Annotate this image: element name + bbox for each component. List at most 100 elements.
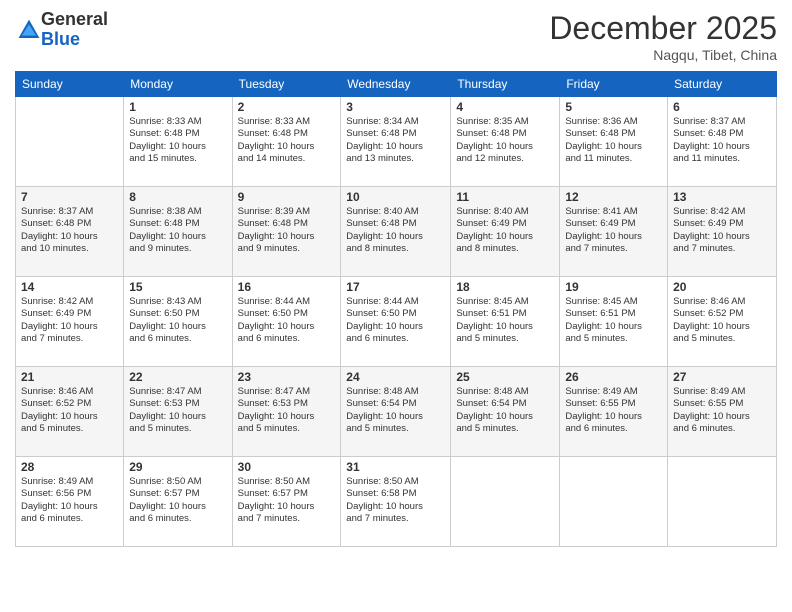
day-number: 3 xyxy=(346,100,445,114)
calendar-table: SundayMondayTuesdayWednesdayThursdayFrid… xyxy=(15,71,777,547)
week-row-3: 14 Sunrise: 8:42 AMSunset: 6:49 PMDayligh… xyxy=(16,277,777,367)
day-info: Sunrise: 8:47 AMSunset: 6:53 PMDaylight:… xyxy=(238,386,336,435)
day-number: 28 xyxy=(21,460,118,474)
calendar-cell: 6 Sunrise: 8:37 AMSunset: 6:48 PMDaylight… xyxy=(668,97,777,187)
calendar-cell: 4Sunrise: 8:35 AMSunset: 6:48 PMDaylight… xyxy=(451,97,560,187)
day-number: 1 xyxy=(129,100,226,114)
day-number: 29 xyxy=(129,460,226,474)
day-info: Sunrise: 8:37 AMSunset: 6:48 PMDaylight:… xyxy=(673,116,771,165)
day-number: 12 xyxy=(565,190,662,204)
week-row-4: 21Sunrise: 8:46 AMSunset: 6:52 PMDayligh… xyxy=(16,367,777,457)
header-wednesday: Wednesday xyxy=(341,72,451,97)
day-number: 31 xyxy=(346,460,445,474)
day-info: Sunrise: 8:33 AMSunset: 6:48 PMDaylight:… xyxy=(129,116,226,165)
day-info: Sunrise: 8:42 AMSunset: 6:49 PMDaylight:… xyxy=(673,206,771,255)
calendar-cell: 5 Sunrise: 8:36 AMSunset: 6:48 PMDaylight… xyxy=(560,97,668,187)
day-number: 11 xyxy=(456,190,554,204)
day-info: Sunrise: 8:49 AMSunset: 6:55 PMDaylight:… xyxy=(565,386,662,435)
day-info: Sunrise: 8:50 AMSunset: 6:57 PMDaylight:… xyxy=(129,476,226,525)
day-number: 9 xyxy=(238,190,336,204)
day-info: Sunrise: 8:40 AMSunset: 6:48 PMDaylight:… xyxy=(346,206,445,255)
day-info: Sunrise: 8:50 AMSunset: 6:58 PMDaylight:… xyxy=(346,476,445,525)
day-number: 19 xyxy=(565,280,662,294)
day-info: Sunrise: 8:41 AMSunset: 6:49 PMDaylight:… xyxy=(565,206,662,255)
day-number: 24 xyxy=(346,370,445,384)
calendar-cell: 15 Sunrise: 8:43 AMSunset: 6:50 PMDayligh… xyxy=(124,277,232,367)
day-number: 26 xyxy=(565,370,662,384)
calendar-cell xyxy=(560,457,668,547)
calendar-cell: 24 Sunrise: 8:48 AMSunset: 6:54 PMDayligh… xyxy=(341,367,451,457)
location: Nagqu, Tibet, China xyxy=(549,47,777,63)
day-info: Sunrise: 8:45 AMSunset: 6:51 PMDaylight:… xyxy=(456,296,554,345)
day-number: 14 xyxy=(21,280,118,294)
calendar-header-row: SundayMondayTuesdayWednesdayThursdayFrid… xyxy=(16,72,777,97)
calendar-cell: 8Sunrise: 8:38 AMSunset: 6:48 PMDaylight… xyxy=(124,187,232,277)
page: General Blue December 2025 Nagqu, Tibet,… xyxy=(0,0,792,612)
day-info: Sunrise: 8:40 AMSunset: 6:49 PMDaylight:… xyxy=(456,206,554,255)
calendar-cell: 26 Sunrise: 8:49 AMSunset: 6:55 PMDayligh… xyxy=(560,367,668,457)
logo-general: General xyxy=(41,10,108,30)
calendar-cell: 17 Sunrise: 8:44 AMSunset: 6:50 PMDayligh… xyxy=(341,277,451,367)
calendar-cell: 7 Sunrise: 8:37 AMSunset: 6:48 PMDaylight… xyxy=(16,187,124,277)
day-info: Sunrise: 8:43 AMSunset: 6:50 PMDaylight:… xyxy=(129,296,226,345)
day-info: Sunrise: 8:44 AMSunset: 6:50 PMDaylight:… xyxy=(346,296,445,345)
calendar-cell: 20Sunrise: 8:46 AMSunset: 6:52 PMDayligh… xyxy=(668,277,777,367)
day-number: 7 xyxy=(21,190,118,204)
day-number: 17 xyxy=(346,280,445,294)
header-saturday: Saturday xyxy=(668,72,777,97)
header-friday: Friday xyxy=(560,72,668,97)
logo-blue: Blue xyxy=(41,30,108,50)
header-tuesday: Tuesday xyxy=(232,72,341,97)
calendar-cell: 3Sunrise: 8:34 AMSunset: 6:48 PMDaylight… xyxy=(341,97,451,187)
logo: General Blue xyxy=(15,10,108,50)
day-info: Sunrise: 8:36 AMSunset: 6:48 PMDaylight:… xyxy=(565,116,662,165)
day-number: 23 xyxy=(238,370,336,384)
header-monday: Monday xyxy=(124,72,232,97)
day-number: 15 xyxy=(129,280,226,294)
day-info: Sunrise: 8:48 AMSunset: 6:54 PMDaylight:… xyxy=(346,386,445,435)
calendar-cell: 10 Sunrise: 8:40 AMSunset: 6:48 PMDayligh… xyxy=(341,187,451,277)
week-row-5: 28 Sunrise: 8:49 AMSunset: 6:56 PMDayligh… xyxy=(16,457,777,547)
month-title: December 2025 xyxy=(549,10,777,47)
day-info: Sunrise: 8:35 AMSunset: 6:48 PMDaylight:… xyxy=(456,116,554,165)
day-number: 10 xyxy=(346,190,445,204)
week-row-2: 7 Sunrise: 8:37 AMSunset: 6:48 PMDaylight… xyxy=(16,187,777,277)
day-info: Sunrise: 8:37 AMSunset: 6:48 PMDaylight:… xyxy=(21,206,118,255)
title-section: December 2025 Nagqu, Tibet, China xyxy=(549,10,777,63)
calendar-cell xyxy=(16,97,124,187)
calendar-cell: 13 Sunrise: 8:42 AMSunset: 6:49 PMDayligh… xyxy=(668,187,777,277)
calendar-cell: 28 Sunrise: 8:49 AMSunset: 6:56 PMDayligh… xyxy=(16,457,124,547)
day-number: 22 xyxy=(129,370,226,384)
day-number: 6 xyxy=(673,100,771,114)
calendar-cell: 11 Sunrise: 8:40 AMSunset: 6:49 PMDayligh… xyxy=(451,187,560,277)
day-info: Sunrise: 8:44 AMSunset: 6:50 PMDaylight:… xyxy=(238,296,336,345)
day-number: 30 xyxy=(238,460,336,474)
day-info: Sunrise: 8:45 AMSunset: 6:51 PMDaylight:… xyxy=(565,296,662,345)
calendar-cell: 23 Sunrise: 8:47 AMSunset: 6:53 PMDayligh… xyxy=(232,367,341,457)
calendar-cell: 22 Sunrise: 8:47 AMSunset: 6:53 PMDayligh… xyxy=(124,367,232,457)
header-thursday: Thursday xyxy=(451,72,560,97)
day-number: 13 xyxy=(673,190,771,204)
day-info: Sunrise: 8:33 AMSunset: 6:48 PMDaylight:… xyxy=(238,116,336,165)
calendar-cell: 31 Sunrise: 8:50 AMSunset: 6:58 PMDayligh… xyxy=(341,457,451,547)
calendar-cell: 19 Sunrise: 8:45 AMSunset: 6:51 PMDayligh… xyxy=(560,277,668,367)
day-info: Sunrise: 8:47 AMSunset: 6:53 PMDaylight:… xyxy=(129,386,226,435)
day-info: Sunrise: 8:46 AMSunset: 6:52 PMDaylight:… xyxy=(673,296,771,345)
day-number: 2 xyxy=(238,100,336,114)
day-number: 8 xyxy=(129,190,226,204)
calendar-cell: 21Sunrise: 8:46 AMSunset: 6:52 PMDayligh… xyxy=(16,367,124,457)
day-info: Sunrise: 8:42 AMSunset: 6:49 PMDaylight:… xyxy=(21,296,118,345)
day-number: 5 xyxy=(565,100,662,114)
calendar-cell: 12 Sunrise: 8:41 AMSunset: 6:49 PMDayligh… xyxy=(560,187,668,277)
calendar-cell xyxy=(668,457,777,547)
day-number: 27 xyxy=(673,370,771,384)
header-sunday: Sunday xyxy=(16,72,124,97)
day-info: Sunrise: 8:39 AMSunset: 6:48 PMDaylight:… xyxy=(238,206,336,255)
day-number: 18 xyxy=(456,280,554,294)
day-info: Sunrise: 8:49 AMSunset: 6:56 PMDaylight:… xyxy=(21,476,118,525)
day-number: 16 xyxy=(238,280,336,294)
calendar-cell: 25Sunrise: 8:48 AMSunset: 6:54 PMDayligh… xyxy=(451,367,560,457)
week-row-1: 1 Sunrise: 8:33 AMSunset: 6:48 PMDaylight… xyxy=(16,97,777,187)
calendar-cell: 18 Sunrise: 8:45 AMSunset: 6:51 PMDayligh… xyxy=(451,277,560,367)
calendar-cell: 2 Sunrise: 8:33 AMSunset: 6:48 PMDaylight… xyxy=(232,97,341,187)
